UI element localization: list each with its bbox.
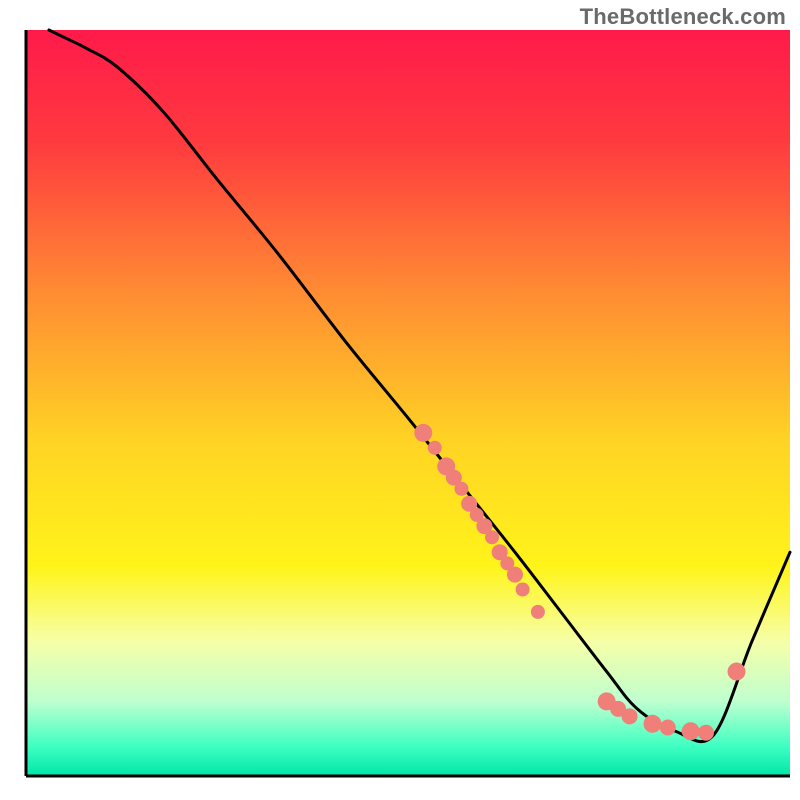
chart-container: TheBottleneck.com [0, 0, 800, 800]
highlight-dot [643, 715, 661, 733]
highlight-dot [414, 424, 432, 442]
highlight-dot [507, 567, 523, 583]
highlight-dot [698, 725, 714, 741]
highlight-dot [485, 530, 499, 544]
highlight-dot [622, 708, 638, 724]
bottleneck-chart [0, 0, 800, 800]
highlight-dot [454, 482, 468, 496]
highlight-dot [531, 605, 545, 619]
highlight-dot [682, 722, 700, 740]
highlight-dot [428, 441, 442, 455]
highlight-dot [516, 583, 530, 597]
plot-background [26, 30, 790, 776]
highlight-dot [728, 663, 746, 681]
highlight-dot [660, 720, 676, 736]
watermark-text: TheBottleneck.com [580, 4, 786, 30]
